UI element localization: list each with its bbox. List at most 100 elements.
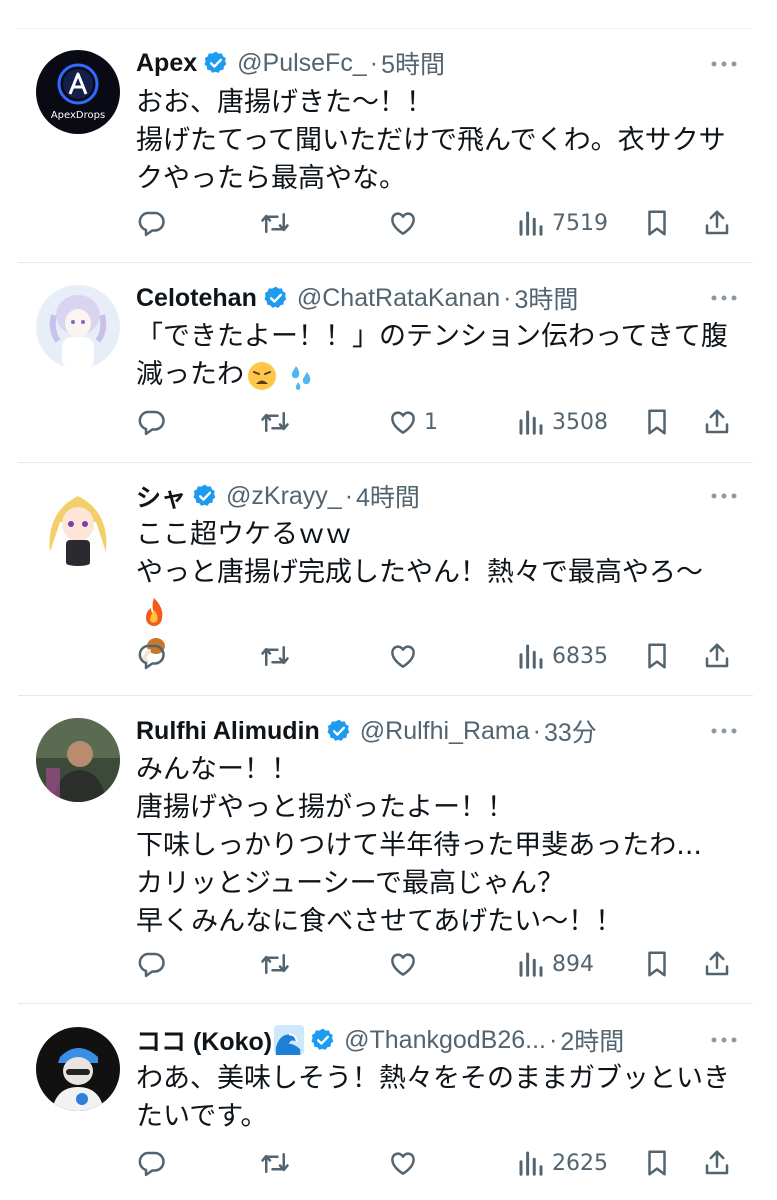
like-button[interactable]: 1 xyxy=(388,405,438,439)
share-button[interactable] xyxy=(702,405,732,439)
retweet-button[interactable] xyxy=(260,639,290,673)
views-button[interactable]: 894 xyxy=(516,947,594,981)
like-count: 1 xyxy=(424,409,438,435)
display-name[interactable]: Apex xyxy=(136,49,197,78)
more-icon[interactable] xyxy=(709,54,739,74)
more-icon[interactable] xyxy=(709,486,739,506)
separator: · xyxy=(549,1025,558,1054)
reply-button[interactable] xyxy=(136,1146,166,1180)
bookmark-button[interactable] xyxy=(642,947,672,981)
text-line: わあ、美味しそう！熱々をそのままガブッといき xyxy=(136,1063,730,1094)
reply-icon xyxy=(138,211,165,237)
tweet-header: ココ (Koko) @ThankgodB26... · 2時間 xyxy=(136,1022,741,1058)
timeline-feed: ApexDrops Apex @PulseFc_ · 5時間 おお、唐揚げきた〜… xyxy=(0,0,777,1200)
heart-icon xyxy=(391,212,415,235)
like-button[interactable] xyxy=(388,1146,424,1180)
like-button[interactable] xyxy=(388,947,424,981)
display-name[interactable]: ココ (Koko) xyxy=(136,1022,272,1058)
reply-button[interactable] xyxy=(136,405,166,439)
tweet-header: Celotehan @ChatRataKanan · 3時間 xyxy=(136,280,741,316)
tweet-text: わあ、美味しそう！熱々をそのままガブッといき たいです。 xyxy=(136,1060,736,1136)
views-icon xyxy=(519,211,543,236)
bookmark-icon xyxy=(648,1150,666,1176)
retweet-button[interactable] xyxy=(260,206,290,240)
avatar[interactable] xyxy=(36,718,120,802)
avatar[interactable]: ApexDrops xyxy=(36,50,120,134)
timestamp[interactable]: 33分 xyxy=(544,713,597,749)
retweet-icon xyxy=(261,954,289,974)
avatar[interactable] xyxy=(36,482,120,566)
retweet-button[interactable] xyxy=(260,947,290,981)
more-icon[interactable] xyxy=(709,1030,739,1050)
more-icon[interactable] xyxy=(709,721,739,741)
text-line: 揚げたてって聞いただけで飛んでくわ。衣サクサ xyxy=(136,125,726,156)
timestamp[interactable]: 5時間 xyxy=(381,45,445,81)
tweet-text: みんなー！！ 唐揚げやっと揚がったよー！！ 下味しっかりつけて半年待った甲斐あったわ… xyxy=(136,751,736,941)
retweet-icon xyxy=(261,412,289,432)
views-button[interactable]: 3508 xyxy=(516,405,608,439)
bookmark-button[interactable] xyxy=(642,206,672,240)
water-wave-emoji-icon xyxy=(274,1025,305,1055)
handle[interactable]: @Rulfhi_Rama xyxy=(360,717,530,746)
text-line: たいです。 xyxy=(136,1101,268,1132)
display-name[interactable]: シャ xyxy=(136,478,186,514)
handle[interactable]: @ThankgodB26... xyxy=(344,1026,546,1055)
tweet-header: Rulfhi Alimudin @Rulfhi_Rama · 33分 xyxy=(136,713,741,749)
bookmark-button[interactable] xyxy=(642,639,672,673)
handle[interactable]: @PulseFc_ xyxy=(237,49,367,78)
retweet-button[interactable] xyxy=(260,1146,290,1180)
display-name[interactable]: Rulfhi Alimudin xyxy=(136,717,320,746)
handle[interactable]: @zKrayy_ xyxy=(226,482,342,511)
views-icon xyxy=(519,952,543,977)
divider xyxy=(18,1003,753,1004)
view-count: 6835 xyxy=(552,643,608,669)
view-count: 2625 xyxy=(552,1150,608,1176)
text-line: クやったら最高やな。 xyxy=(136,163,406,194)
share-button[interactable] xyxy=(702,206,732,240)
text-line: 「できたよー！！」のテンション伝わってきて腹 xyxy=(136,321,728,352)
like-button[interactable] xyxy=(388,639,424,673)
heart-icon xyxy=(391,953,415,976)
avatar[interactable] xyxy=(36,285,120,369)
retweet-button[interactable] xyxy=(260,405,290,439)
share-button[interactable] xyxy=(702,639,732,673)
verified-badge-icon xyxy=(193,484,216,506)
separator: · xyxy=(532,716,541,745)
avatar[interactable] xyxy=(36,1027,120,1111)
view-count: 7519 xyxy=(552,210,608,236)
heart-icon xyxy=(391,411,415,434)
reply-icon xyxy=(138,952,165,978)
share-icon xyxy=(705,1150,729,1175)
more-icon[interactable] xyxy=(709,288,739,308)
fire-emoji-icon xyxy=(146,597,163,626)
views-button[interactable]: 2625 xyxy=(516,1146,608,1180)
bookmark-icon xyxy=(648,210,666,236)
tweet-text: おお、唐揚げきた〜！！ 揚げたてって聞いただけで飛んでくわ。衣サクサ クやったら最高… xyxy=(136,84,736,198)
view-count: 894 xyxy=(552,951,594,977)
display-name[interactable]: Celotehan xyxy=(136,284,257,313)
reply-button[interactable] xyxy=(136,206,166,240)
separator: · xyxy=(369,48,379,77)
reply-icon xyxy=(138,1151,165,1177)
views-icon xyxy=(519,410,543,435)
divider xyxy=(18,462,753,463)
bookmark-button[interactable] xyxy=(642,405,672,439)
handle[interactable]: @ChatRataKanan xyxy=(297,284,500,313)
timestamp[interactable]: 2時間 xyxy=(560,1022,624,1058)
share-button[interactable] xyxy=(702,947,732,981)
divider xyxy=(18,695,753,696)
views-button[interactable]: 7519 xyxy=(516,206,608,240)
reply-button[interactable] xyxy=(136,947,166,981)
timestamp[interactable]: 3時間 xyxy=(514,280,578,316)
view-count: 3508 xyxy=(552,409,608,435)
verified-badge-icon xyxy=(204,51,227,73)
share-button[interactable] xyxy=(702,1146,732,1180)
bookmark-button[interactable] xyxy=(642,1146,672,1180)
tweet-header: シャ @zKrayy_ · 4時間 xyxy=(136,478,741,514)
tweet-text: 「できたよー！！」のテンション伝わってきて腹 減ったわ xyxy=(136,318,736,394)
timestamp[interactable]: 4時間 xyxy=(356,478,420,514)
avatar-label: ApexDrops xyxy=(51,110,105,121)
like-button[interactable] xyxy=(388,206,424,240)
reply-button[interactable] xyxy=(136,639,166,673)
views-button[interactable]: 6835 xyxy=(516,639,608,673)
